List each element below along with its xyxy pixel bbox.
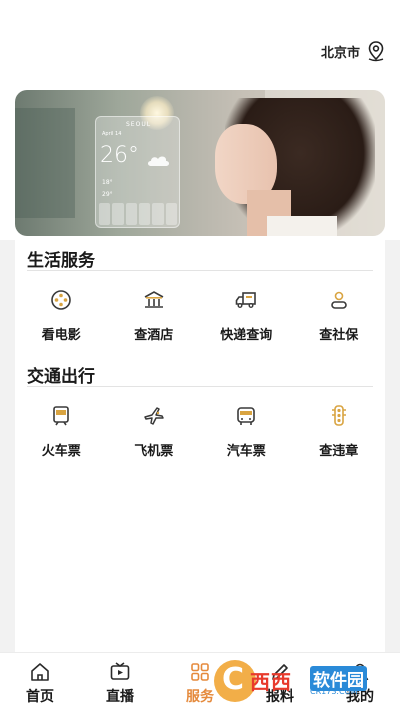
service-label: 快递查询	[220, 328, 273, 343]
tv-icon	[110, 662, 130, 680]
cloud-icon	[148, 156, 169, 166]
grid-icon	[191, 663, 209, 681]
service-label: 汽车票	[226, 444, 266, 459]
tab-home[interactable]: 首页	[0, 653, 80, 710]
watermark-c-glyph: C	[222, 662, 245, 697]
banner-person-top	[267, 216, 337, 236]
service-label: 查社保	[319, 328, 359, 343]
weather-low: 18°	[102, 179, 113, 186]
service-label: 查违章	[319, 444, 359, 459]
tab-label: 服务	[186, 689, 214, 705]
service-label: 看电影	[41, 328, 81, 343]
train-icon	[53, 406, 70, 426]
top-bar: 北京市	[0, 0, 400, 90]
section-title-life: 生活服务	[27, 251, 95, 271]
service-flight-ticket[interactable]: 飞机票	[108, 404, 201, 459]
traffic-light-icon	[331, 405, 346, 426]
weather-panel: SEOUL April 14 26° 18° 29°	[95, 116, 180, 228]
home-icon	[31, 663, 49, 681]
city-label: 北京市	[320, 45, 360, 61]
service-social-security[interactable]: 查社保	[293, 288, 386, 343]
service-express[interactable]: 快递查询	[200, 288, 293, 343]
weather-temperature: 26°	[100, 143, 139, 168]
watermark-text-main: 西西	[250, 670, 292, 694]
weather-high: 29°	[102, 191, 113, 198]
banner-background-shelf	[15, 108, 75, 218]
tab-label: 首页	[26, 689, 54, 705]
city-selector[interactable]: 北京市	[321, 40, 386, 62]
hotel-icon	[144, 291, 164, 308]
service-traffic-violation[interactable]: 查违章	[293, 404, 386, 459]
section-title-transport: 交通出行	[27, 367, 95, 387]
service-label: 火车票	[41, 444, 81, 459]
service-train-ticket[interactable]: 火车票	[15, 404, 108, 459]
service-hotel[interactable]: 查酒店	[108, 288, 201, 343]
services-card: 生活服务 看电影 查酒店 快递查询 查社保 交通出行 火车票 飞机票 汽车票 查…	[15, 240, 385, 652]
bus-icon	[237, 407, 256, 425]
service-label: 查酒店	[134, 328, 174, 343]
tab-live[interactable]: 直播	[80, 653, 160, 710]
location-pin-icon	[368, 41, 384, 62]
watermark-logo: C 西西 软件园 CR173.COM	[214, 660, 384, 702]
service-bus-ticket[interactable]: 汽车票	[200, 404, 293, 459]
person-icon	[330, 291, 347, 309]
section-divider	[27, 270, 373, 271]
weather-date: April 14	[102, 131, 122, 137]
film-reel-icon	[51, 290, 72, 310]
service-movie[interactable]: 看电影	[15, 288, 108, 343]
tab-label: 直播	[106, 689, 134, 705]
weather-city: SEOUL	[126, 121, 152, 128]
section-divider	[27, 386, 373, 387]
service-label: 飞机票	[134, 444, 174, 459]
airplane-icon	[144, 407, 164, 425]
delivery-truck-icon	[235, 292, 257, 308]
transport-grid: 火车票 飞机票 汽车票 查违章	[15, 404, 385, 459]
promo-banner[interactable]: SEOUL April 14 26° 18° 29°	[15, 90, 385, 236]
weather-forecast-strip	[99, 203, 177, 225]
watermark-url: CR173.COM	[310, 687, 358, 696]
life-services-grid: 看电影 查酒店 快递查询 查社保	[15, 288, 385, 343]
